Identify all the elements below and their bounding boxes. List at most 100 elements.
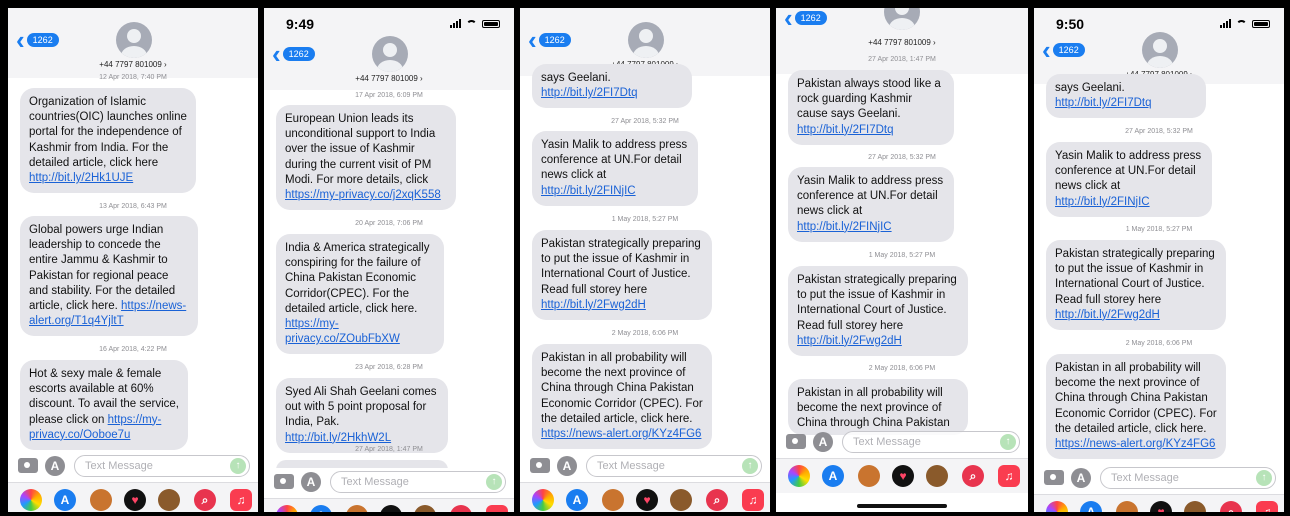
send-arrow-icon[interactable]: ↑ <box>742 458 758 474</box>
message-link[interactable]: http://bit.ly/2FINjIC <box>541 185 636 197</box>
animoji-icon[interactable] <box>1184 501 1206 512</box>
back-button[interactable]: ‹ 1262 <box>1042 37 1085 63</box>
contact-avatar[interactable] <box>116 22 152 58</box>
contact-number[interactable]: +44 7797 801009 › <box>264 74 514 83</box>
contact-avatar[interactable] <box>372 36 408 72</box>
message-bubble[interactable]: Pakistan strategically preparing to put … <box>532 230 712 321</box>
text-message-input[interactable]: Text Message ↑ <box>330 471 506 493</box>
camera-icon[interactable] <box>18 458 38 473</box>
memoji-icon[interactable] <box>1116 501 1138 512</box>
app-store-icon[interactable]: A <box>1080 501 1102 512</box>
home-indicator[interactable] <box>857 504 947 508</box>
music-icon[interactable]: ♫ <box>998 465 1020 487</box>
message-bubble[interactable]: Syed Ali Shah Geelani comes out with 5 p… <box>276 378 448 453</box>
message-link[interactable]: https://my-privacy.co/j2xqK558 <box>285 189 441 201</box>
message-bubble[interactable]: Pakistan in all probability will become … <box>1046 354 1226 460</box>
memoji-icon[interactable] <box>602 489 624 511</box>
web-search-icon[interactable]: ⌕ <box>962 465 984 487</box>
message-link[interactable]: https://news-alert.org/KYz4FG6 <box>541 428 701 440</box>
app-store-icon[interactable]: A <box>45 456 65 476</box>
animoji-icon[interactable] <box>414 505 436 512</box>
message-bubble[interactable]: Pakistan in all probability will become … <box>532 344 712 450</box>
message-bubble[interactable]: European Union leads its unconditional s… <box>276 105 456 211</box>
web-search-icon[interactable]: ⌕ <box>1220 501 1242 512</box>
camera-icon[interactable] <box>786 434 806 449</box>
message-bubble[interactable]: Pakistan in all probability will become … <box>788 379 968 435</box>
memoji-icon[interactable] <box>90 489 112 511</box>
send-arrow-icon[interactable]: ↑ <box>1000 434 1016 450</box>
back-button[interactable]: ‹ 1262 <box>784 8 827 31</box>
heart-digital-touch-icon[interactable]: ♥ <box>892 465 914 487</box>
back-button[interactable]: ‹ 1262 <box>16 27 59 53</box>
message-link[interactable]: http://bit.ly/2HkhW2L <box>285 432 391 444</box>
message-link[interactable]: https://my-privacy.co/ZOubFbXW <box>285 318 400 345</box>
music-icon[interactable]: ♫ <box>1256 501 1278 512</box>
heart-digital-touch-icon[interactable]: ♥ <box>380 505 402 512</box>
contact-number[interactable]: +44 7797 801009 › <box>776 38 1028 47</box>
message-bubble[interactable]: Yasin Malik to address press conference … <box>1046 142 1212 217</box>
message-bubble[interactable]: Yasin Malik to address press conference … <box>532 131 698 206</box>
app-store-icon[interactable]: A <box>813 432 833 452</box>
camera-icon[interactable] <box>1044 470 1064 485</box>
message-bubble[interactable]: Pakistan strategically preparing to put … <box>1046 240 1226 331</box>
message-bubble[interactable]: Pakistan strategically preparing to put … <box>788 266 968 357</box>
app-store-icon[interactable]: A <box>557 456 577 476</box>
message-link[interactable]: https://news-alert.org/KYz4FG6 <box>1055 438 1215 450</box>
message-link[interactable]: http://bit.ly/2Fwg2dH <box>541 299 646 311</box>
contact-avatar[interactable] <box>1142 32 1178 68</box>
web-search-icon[interactable]: ⌕ <box>706 489 728 511</box>
message-bubble[interactable]: India & America strategically conspiring… <box>276 234 444 355</box>
message-bubble[interactable]: Pakistan always stood like a rock guardi… <box>788 70 954 145</box>
message-bubble[interactable]: Hot & sexy male & female escorts availab… <box>20 360 188 451</box>
message-bubble[interactable]: Yasin Malik to address press conference … <box>788 167 954 242</box>
camera-icon[interactable] <box>530 458 550 473</box>
music-icon[interactable]: ♫ <box>742 489 764 511</box>
text-message-input[interactable]: Text Message ↑ <box>586 455 762 477</box>
message-link[interactable]: http://bit.ly/2FI7Dtq <box>1055 97 1152 109</box>
app-store-icon[interactable]: A <box>566 489 588 511</box>
camera-icon[interactable] <box>274 474 294 489</box>
music-icon[interactable]: ♫ <box>486 505 508 512</box>
memoji-icon[interactable] <box>858 465 880 487</box>
message-link[interactable]: http://bit.ly/2Hk1UJE <box>29 172 133 184</box>
app-store-icon[interactable]: A <box>301 472 321 492</box>
animoji-icon[interactable] <box>158 489 180 511</box>
message-link[interactable]: http://bit.ly/2FI7Dtq <box>541 87 638 99</box>
message-link[interactable]: http://bit.ly/2Fwg2dH <box>797 335 902 347</box>
send-arrow-icon[interactable]: ↑ <box>1256 470 1272 486</box>
send-arrow-icon[interactable]: ↑ <box>230 458 246 474</box>
message-bubble[interactable]: Global powers urge Indian leadership to … <box>20 216 198 337</box>
animoji-icon[interactable] <box>670 489 692 511</box>
back-button[interactable]: ‹ 1262 <box>528 27 571 53</box>
heart-digital-touch-icon[interactable]: ♥ <box>636 489 658 511</box>
message-link[interactable]: http://bit.ly/2FINjIC <box>797 221 892 233</box>
text-message-input[interactable]: Text Message ↑ <box>842 431 1020 453</box>
web-search-icon[interactable]: ⌕ <box>194 489 216 511</box>
music-icon[interactable]: ♫ <box>230 489 252 511</box>
message-bubble[interactable]: Organization of Islamic countries(OIC) l… <box>20 88 196 194</box>
photos-icon[interactable] <box>276 505 298 512</box>
animoji-icon[interactable] <box>926 465 948 487</box>
photos-icon[interactable] <box>20 489 42 511</box>
message-link[interactable]: http://bit.ly/2FINjIC <box>1055 196 1150 208</box>
web-search-icon[interactable]: ⌕ <box>450 505 472 512</box>
contact-avatar[interactable] <box>884 8 920 30</box>
memoji-icon[interactable] <box>346 505 368 512</box>
photos-icon[interactable] <box>1046 501 1068 512</box>
back-button[interactable]: ‹ 1262 <box>272 41 315 67</box>
heart-digital-touch-icon[interactable]: ♥ <box>1150 501 1172 512</box>
photos-icon[interactable] <box>532 489 554 511</box>
message-link[interactable]: http://bit.ly/2Fwg2dH <box>1055 309 1160 321</box>
photos-icon[interactable] <box>788 465 810 487</box>
message-link[interactable]: http://bit.ly/2FI7Dtq <box>797 124 894 136</box>
app-store-icon[interactable]: A <box>54 489 76 511</box>
contact-avatar[interactable] <box>628 22 664 58</box>
text-message-input[interactable]: Text Message ↑ <box>1100 467 1276 489</box>
app-store-icon[interactable]: A <box>310 505 332 512</box>
contact-number[interactable]: +44 7797 801009 › <box>8 60 258 69</box>
app-store-icon[interactable]: A <box>822 465 844 487</box>
message-bubble[interactable]: says Geelani. http://bit.ly/2FI7Dtq <box>532 64 692 109</box>
heart-digital-touch-icon[interactable]: ♥ <box>124 489 146 511</box>
app-store-icon[interactable]: A <box>1071 468 1091 488</box>
message-bubble[interactable]: says Geelani. http://bit.ly/2FI7Dtq <box>1046 74 1206 119</box>
